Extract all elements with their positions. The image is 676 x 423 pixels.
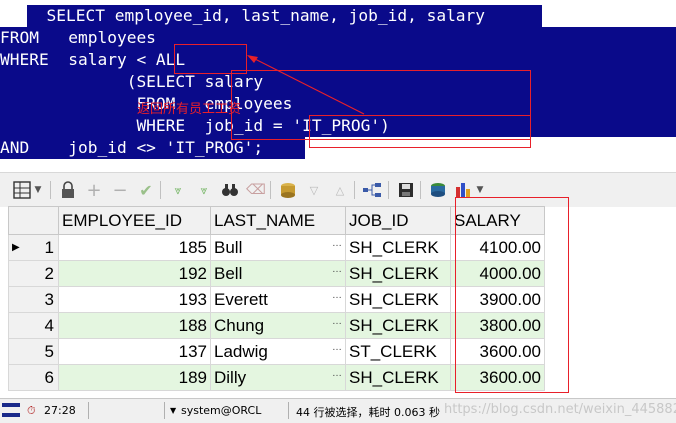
export-icon[interactable]	[428, 180, 448, 200]
hierarchy-icon[interactable]	[362, 180, 382, 200]
sort-asc-icon[interactable]: △	[330, 180, 350, 200]
watermark: https://blog.csdn.net/weixin_44588262	[444, 402, 676, 417]
query-icon[interactable]	[278, 180, 298, 200]
toolbar-separator	[50, 181, 51, 199]
status-separator	[288, 402, 289, 419]
annotation-arrow-icon	[247, 55, 365, 115]
row-number[interactable]: 6	[8, 364, 59, 391]
job-id-cell[interactable]: SH_CLERK	[345, 286, 451, 313]
corner-header	[8, 206, 59, 235]
employee-id-cell[interactable]: 188	[58, 312, 211, 339]
find-icon[interactable]	[220, 180, 240, 200]
connection-dropdown-icon[interactable]: ▼	[170, 406, 176, 415]
cell-ellipsis-icon[interactable]: …	[332, 342, 342, 354]
next-icon[interactable]: ⩔	[168, 180, 188, 200]
last-name-cell[interactable]: Everett…	[210, 286, 346, 313]
current-row-icon: ▶	[12, 241, 20, 253]
status-separator	[164, 402, 165, 419]
cell-ellipsis-icon[interactable]: …	[332, 316, 342, 328]
status-bar: ⏱ 27:28 ▼ system@ORCL 44 行被选择，耗时 0.063 秒…	[0, 398, 676, 423]
toolbar-separator	[420, 181, 421, 199]
employee-id-cell[interactable]: 192	[58, 260, 211, 287]
job-id-cell[interactable]: SH_CLERK	[345, 364, 451, 391]
column-header[interactable]: LAST_NAME	[210, 206, 346, 235]
last-name-cell[interactable]: Ladwig…	[210, 338, 346, 365]
employee-id-cell[interactable]: 137	[58, 338, 211, 365]
toolbar-separator	[354, 181, 355, 199]
grid-toolbar: ▼ + − ✔ ⩔ ⩔ ⌫ ▽ △ ▼	[0, 172, 676, 207]
connection-label[interactable]: system@ORCL	[181, 404, 261, 417]
sql-editor[interactable]: SELECT employee_id, last_name, job_id, s…	[0, 0, 676, 164]
toolbar-separator	[270, 181, 271, 199]
row-number[interactable]: ▶ 1	[8, 234, 59, 261]
employee-id-cell[interactable]: 185	[58, 234, 211, 261]
post-icon[interactable]: ✔	[136, 180, 156, 200]
salary-column-box	[455, 197, 569, 393]
last-name-cell[interactable]: Bell…	[210, 260, 346, 287]
save-icon[interactable]	[396, 180, 416, 200]
last-name-cell[interactable]: Chung…	[210, 312, 346, 339]
annotation-text: 返回所有员工工资	[137, 102, 242, 117]
clear-icon[interactable]: ⌫	[246, 180, 266, 200]
employee-id-cell[interactable]: 193	[58, 286, 211, 313]
dropdown-arrow-icon[interactable]: ▼	[32, 180, 44, 200]
sort-desc-icon[interactable]: ▽	[304, 180, 324, 200]
row-number[interactable]: 4	[8, 312, 59, 339]
delete-row-icon[interactable]: −	[110, 180, 130, 201]
cell-ellipsis-icon[interactable]: …	[332, 368, 342, 380]
row-number[interactable]: 5	[8, 338, 59, 365]
status-message: 44 行被选择，耗时 0.063 秒	[296, 406, 440, 419]
toolbar-separator	[388, 181, 389, 199]
grid-icon[interactable]	[12, 180, 32, 200]
job-id-cell[interactable]: SH_CLERK	[345, 234, 451, 261]
job-id-cell[interactable]: ST_CLERK	[345, 338, 451, 365]
status-separator	[88, 402, 89, 419]
cell-ellipsis-icon[interactable]: …	[332, 290, 342, 302]
column-header[interactable]: JOB_ID	[345, 206, 451, 235]
last-name-cell[interactable]: Dilly…	[210, 364, 346, 391]
employee-id-cell[interactable]: 189	[58, 364, 211, 391]
row-number[interactable]: 3	[8, 286, 59, 313]
job-id-cell[interactable]: SH_CLERK	[345, 260, 451, 287]
row-number[interactable]: 2	[8, 260, 59, 287]
cursor-position-icon: ⏱	[27, 404, 36, 417]
toolbar-separator	[160, 181, 161, 199]
job-id-cell[interactable]: SH_CLERK	[345, 312, 451, 339]
cell-ellipsis-icon[interactable]: …	[332, 238, 342, 250]
column-header[interactable]: EMPLOYEE_ID	[58, 206, 211, 235]
last-icon[interactable]: ⩔	[194, 180, 214, 200]
window-icon	[2, 403, 20, 417]
lock-icon[interactable]	[58, 180, 78, 200]
cursor-position: 27:28	[44, 404, 76, 417]
last-name-cell[interactable]: Bull…	[210, 234, 346, 261]
add-row-icon[interactable]: +	[84, 180, 104, 201]
cell-ellipsis-icon[interactable]: …	[332, 264, 342, 276]
